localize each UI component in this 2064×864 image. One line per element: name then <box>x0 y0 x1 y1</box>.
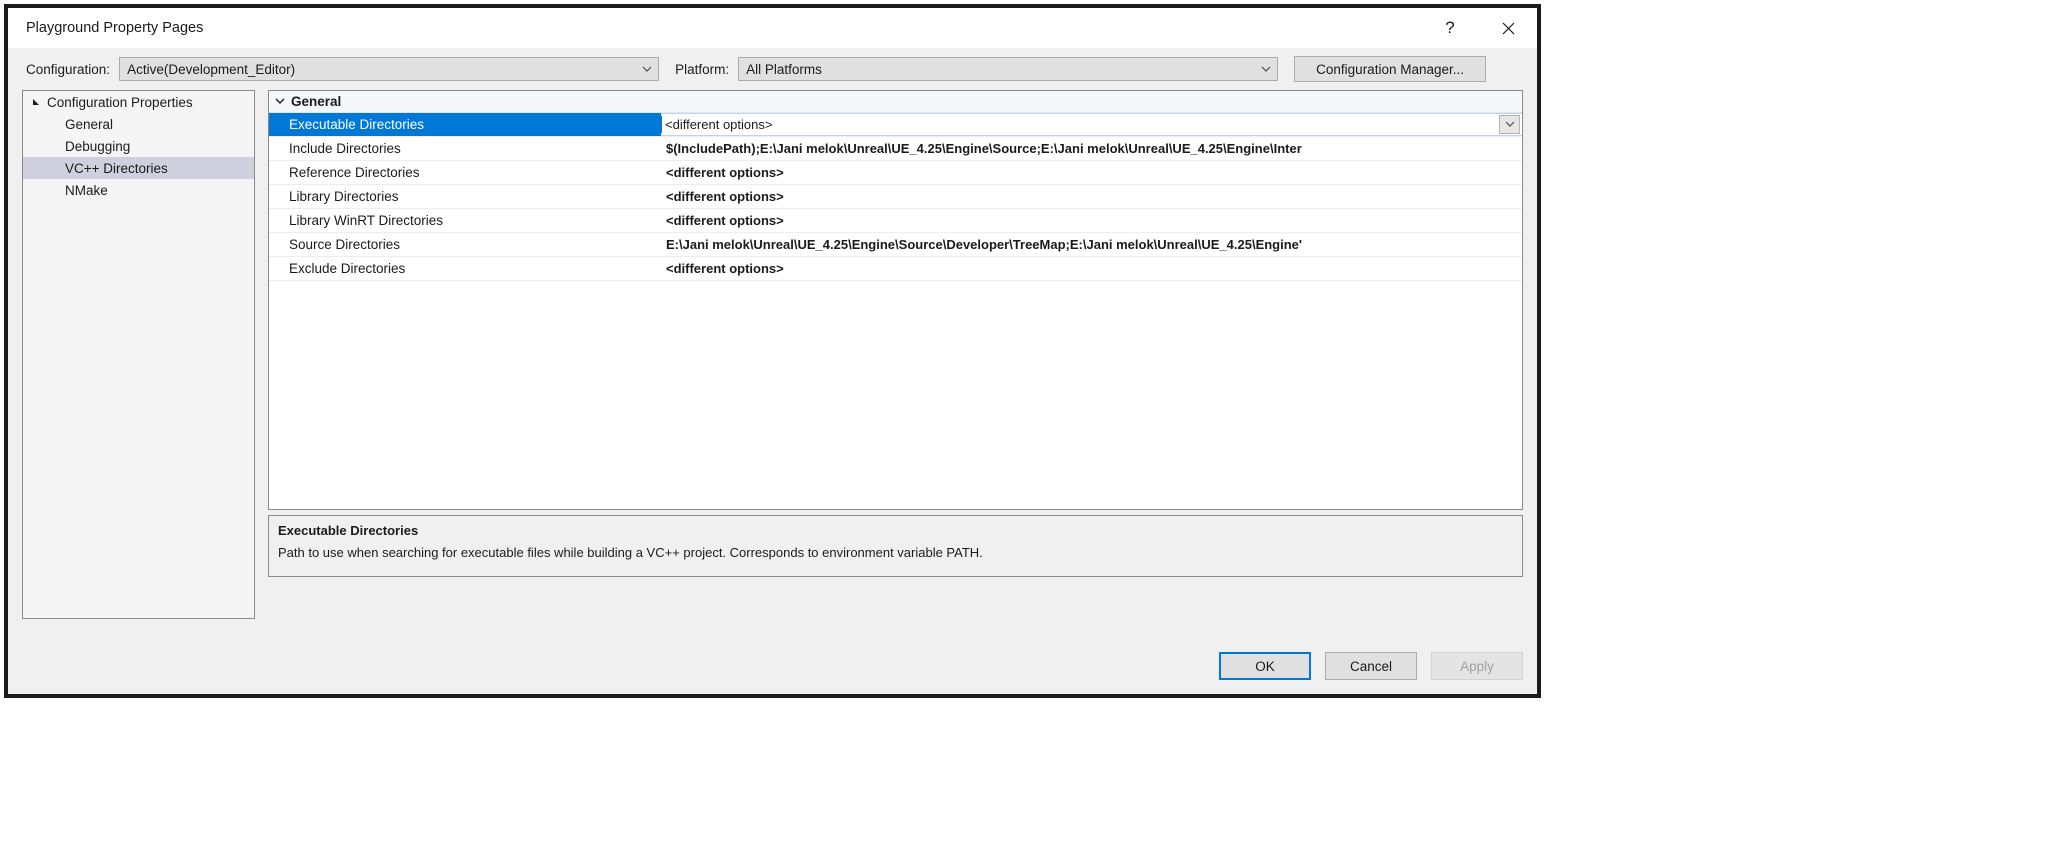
property-row[interactable]: Executable Directories <different options… <box>269 113 1522 137</box>
property-pages-dialog: Playground Property Pages ? Configuratio… <box>4 4 1541 698</box>
platform-select-value: All Platforms <box>746 61 822 77</box>
chevron-down-icon <box>1255 66 1277 73</box>
property-row-name: Source Directories <box>289 237 401 252</box>
configuration-select-value: Active(Development_Editor) <box>127 61 296 77</box>
property-row-value: <different options> <box>661 257 1522 280</box>
platform-label: Platform: <box>675 61 730 77</box>
cancel-button[interactable]: Cancel <box>1325 652 1417 680</box>
property-row[interactable]: Exclude Directories <different options> <box>269 257 1522 281</box>
tree-node-nmake[interactable]: NMake <box>23 179 254 201</box>
property-value-input[interactable]: <different options> <box>661 113 1522 136</box>
property-row-value: $(IncludePath);E:\Jani melok\Unreal\UE_4… <box>661 137 1522 160</box>
tree-node-label: Debugging <box>65 138 131 154</box>
configuration-properties-tree[interactable]: Configuration Properties General Debuggin… <box>22 90 255 619</box>
tree-node-configuration-properties[interactable]: Configuration Properties <box>23 91 254 113</box>
chevron-down-icon <box>636 66 658 73</box>
expanded-triangle-icon[interactable] <box>32 98 47 107</box>
tree-node-general[interactable]: General <box>23 113 254 135</box>
description-title: Executable Directories <box>278 523 419 538</box>
property-group-title: General <box>291 94 342 109</box>
window-controls: ? <box>1421 8 1537 48</box>
configuration-bar: Configuration: Active(Development_Editor… <box>8 48 1537 90</box>
property-grid-rows: Executable Directories <different options… <box>269 113 1522 281</box>
description-panel: Executable Directories Path to use when … <box>268 515 1523 577</box>
property-value-text: <different options> <box>666 165 784 180</box>
property-row-name: Executable Directories <box>269 113 661 136</box>
property-group-header-general[interactable]: General <box>269 91 1522 113</box>
property-value-text: <different options> <box>666 213 784 228</box>
property-row-name: Include Directories <box>289 141 401 156</box>
configuration-label: Configuration: <box>26 61 111 77</box>
property-value-text: $(IncludePath);E:\Jani melok\Unreal\UE_4… <box>666 141 1302 156</box>
chevron-down-icon <box>1505 121 1514 127</box>
property-row-name: Reference Directories <box>289 165 420 180</box>
property-row-value: <different options> <box>661 209 1522 232</box>
ok-button[interactable]: OK <box>1219 652 1311 680</box>
window-title: Playground Property Pages <box>26 20 204 36</box>
tree-children: General Debugging VC++ Directories NMake <box>23 113 254 201</box>
chevron-down-icon[interactable] <box>269 98 291 105</box>
platform-select[interactable]: All Platforms <box>738 57 1279 81</box>
property-row[interactable]: Source Directories E:\Jani melok\Unreal\U… <box>269 233 1522 257</box>
title-bar: Playground Property Pages ? <box>8 8 1537 48</box>
description-text: Path to use when searching for executabl… <box>278 545 983 560</box>
property-row[interactable]: Include Directories $(IncludePath);E:\Jan… <box>269 137 1522 161</box>
property-value-text: E:\Jani melok\Unreal\UE_4.25\Engine\Sour… <box>666 237 1302 252</box>
tree-node-vc-directories[interactable]: VC++ Directories <box>23 157 254 179</box>
property-row-name: Exclude Directories <box>289 261 406 276</box>
tree-node-label: General <box>65 116 114 132</box>
help-button[interactable]: ? <box>1421 8 1479 48</box>
property-row[interactable]: Library WinRT Directories <different opti… <box>269 209 1522 233</box>
close-icon <box>1502 22 1514 34</box>
tree-node-label: VC++ Directories <box>65 160 168 176</box>
property-row[interactable]: Library Directories <different options> <box>269 185 1522 209</box>
property-row[interactable]: Reference Directories <different options> <box>269 161 1522 185</box>
property-row-value: <different options> <box>661 161 1522 184</box>
property-value-text: <different options> <box>666 261 784 276</box>
tree-node-label: NMake <box>65 182 108 198</box>
tree-node-label: Configuration Properties <box>47 94 193 110</box>
dialog-body: Configuration Properties General Debuggin… <box>8 90 1537 638</box>
dialog-footer: OK Cancel Apply <box>8 638 1537 694</box>
configuration-select[interactable]: Active(Development_Editor) <box>119 57 660 81</box>
text-caret <box>661 116 662 133</box>
property-grid[interactable]: General Executable Directories <different… <box>268 90 1523 510</box>
property-row-value: E:\Jani melok\Unreal\UE_4.25\Engine\Sour… <box>661 233 1522 256</box>
property-row-name: Library WinRT Directories <box>289 213 444 228</box>
property-value-text: <different options> <box>666 189 784 204</box>
right-column: General Executable Directories <different… <box>268 90 1523 638</box>
property-value-dropdown-button[interactable] <box>1499 115 1520 134</box>
property-value-text: <different options> <box>665 117 773 132</box>
property-row-value: <different options> <box>661 185 1522 208</box>
tree-node-debugging[interactable]: Debugging <box>23 135 254 157</box>
apply-button: Apply <box>1431 652 1523 680</box>
close-button[interactable] <box>1479 8 1537 48</box>
configuration-manager-button[interactable]: Configuration Manager... <box>1294 56 1487 82</box>
property-row-name: Library Directories <box>289 189 399 204</box>
